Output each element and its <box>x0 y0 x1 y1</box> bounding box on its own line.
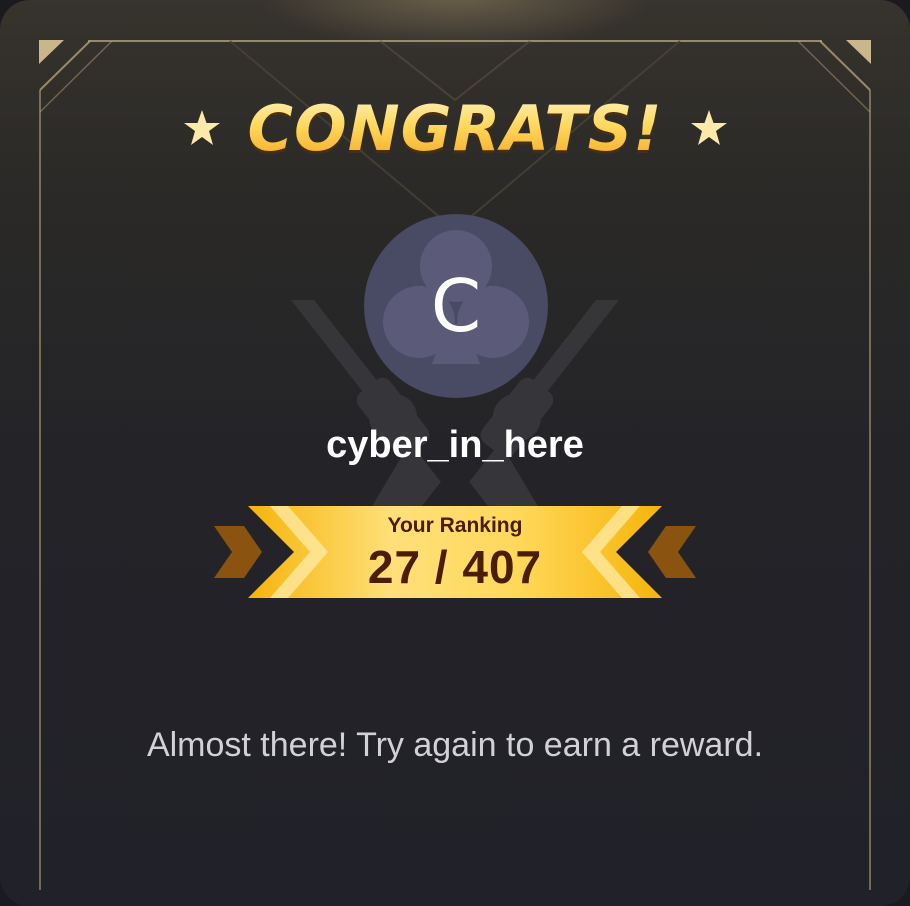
avatar: C <box>364 214 548 398</box>
chevron-right-icon <box>214 526 262 578</box>
congrats-title: CONGRATS! <box>247 91 663 165</box>
ranking-label: Your Ranking <box>387 514 523 537</box>
star-icon <box>183 110 220 145</box>
title-row: CONGRATS! <box>0 88 910 168</box>
result-message: Almost there! Try again to earn a reward… <box>146 726 764 764</box>
avatar-letter: C <box>430 264 482 348</box>
username: cyber_in_here <box>326 424 584 466</box>
chevron-left-icon <box>648 526 696 578</box>
star-icon <box>690 110 727 145</box>
result-card: CONGRATS! C cyber_in_here Your Ranking 2… <box>0 0 910 906</box>
ranking-value: 27 / 407 <box>367 541 543 593</box>
